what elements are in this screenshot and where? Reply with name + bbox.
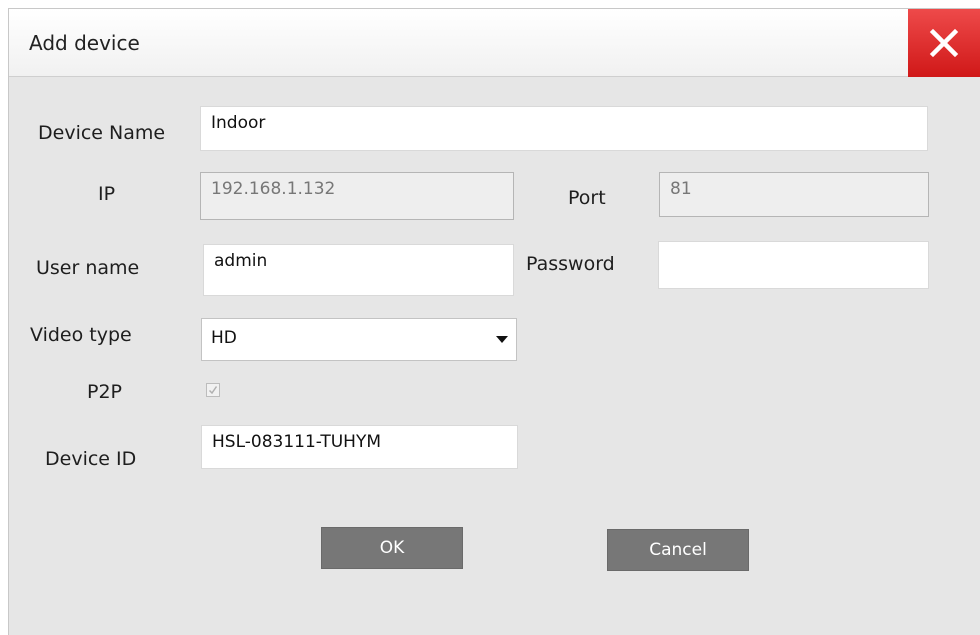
device-id-input[interactable]: HSL-083111-TUHYM [201, 425, 518, 469]
port-label: Port [568, 187, 606, 209]
p2p-checkbox[interactable] [206, 383, 220, 397]
password-label: Password [526, 253, 615, 275]
ip-label: IP [98, 183, 116, 205]
close-icon [929, 28, 959, 58]
dialog-title: Add device [29, 31, 140, 55]
video-type-value: HD [211, 328, 237, 348]
video-type-select[interactable]: HD [201, 318, 517, 361]
cancel-button[interactable]: Cancel [607, 529, 749, 571]
device-name-input[interactable]: Indoor [200, 106, 928, 151]
chevron-down-icon [496, 336, 508, 343]
device-name-label: Device Name [38, 122, 166, 144]
password-input[interactable] [658, 241, 929, 289]
video-type-label: Video type [30, 324, 132, 346]
ip-input[interactable]: 192.168.1.132 [200, 172, 514, 220]
user-name-input[interactable]: admin [203, 244, 514, 296]
port-input[interactable]: 81 [659, 172, 929, 217]
close-button[interactable] [908, 9, 980, 77]
checkmark-icon [208, 386, 218, 395]
device-id-label: Device ID [45, 448, 137, 470]
user-name-label: User name [36, 257, 140, 279]
ok-button[interactable]: OK [321, 527, 463, 569]
p2p-label: P2P [87, 381, 123, 403]
dialog-title-bar: Add device [9, 9, 980, 77]
